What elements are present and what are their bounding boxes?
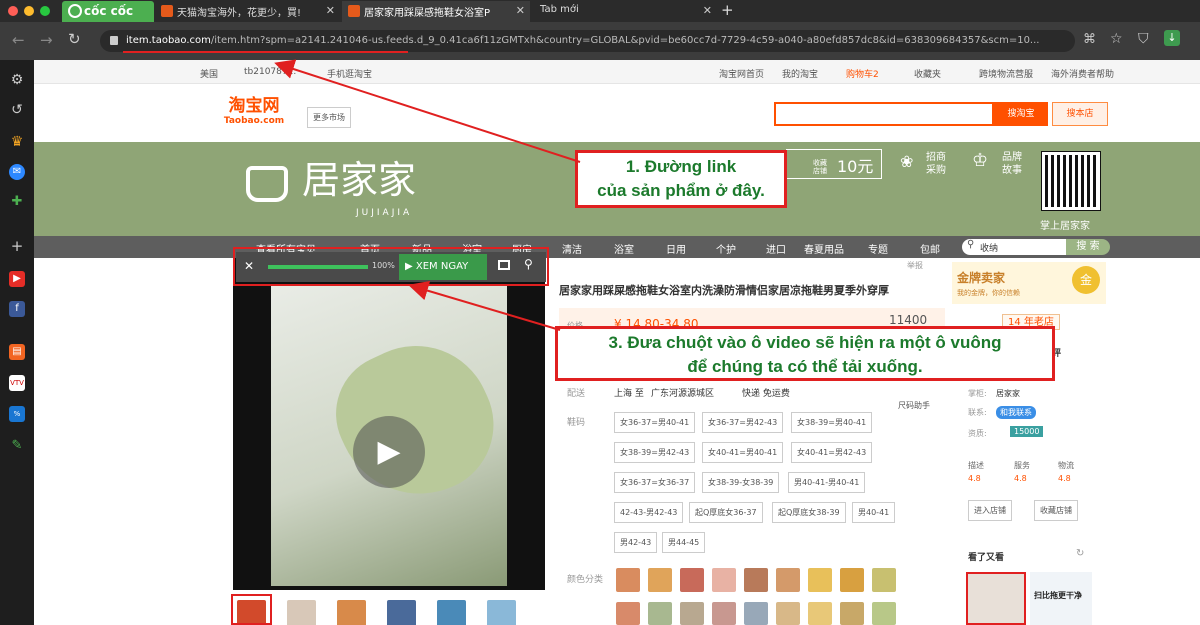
- annotation-arrows: [274, 59, 581, 331]
- screenshot: cốc cốc 天猫淘宝海外，花更少，買! ✕ 居家家用踩屎感拖鞋女浴室P ✕ …: [0, 0, 1200, 625]
- arrow-to-video-bar: [408, 280, 561, 331]
- arrow-to-url: [274, 59, 581, 163]
